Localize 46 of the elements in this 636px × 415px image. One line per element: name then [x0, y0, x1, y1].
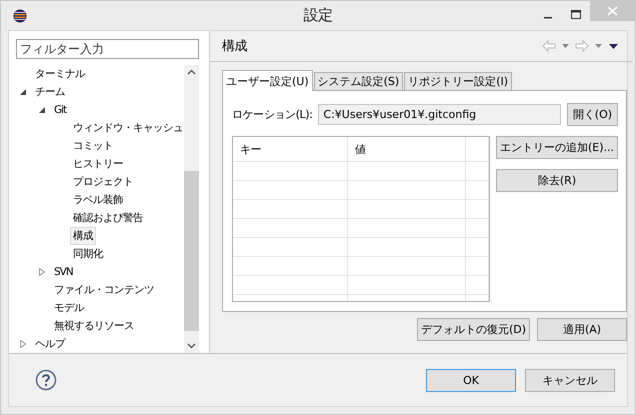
restore-defaults-button[interactable]: デフォルトの復元(D): [416, 318, 530, 341]
tree-item[interactable]: ヒストリー: [70, 155, 126, 173]
column-header[interactable]: 値: [348, 137, 466, 161]
location-label: ロケーション(L):: [232, 107, 312, 122]
tree-item[interactable]: 確認および警告: [70, 209, 146, 227]
tab[interactable]: ユーザー設定(U): [222, 70, 313, 91]
tree-item[interactable]: 構成: [70, 227, 96, 245]
tab[interactable]: リポジトリー設定(I): [404, 72, 512, 90]
tree-item[interactable]: プロジェクト: [70, 173, 136, 191]
app-icon: [13, 8, 27, 22]
window-title: 設定: [302, 6, 334, 25]
apply-button[interactable]: 適用(A): [537, 318, 628, 341]
column-header[interactable]: キー: [233, 137, 348, 161]
scroll-thumb[interactable]: [184, 171, 199, 331]
back-arrow-icon[interactable]: [542, 40, 556, 52]
tree-item[interactable]: コミット: [70, 137, 116, 155]
tree-item[interactable]: ファイル・コンテンツ: [51, 281, 157, 299]
tree-item[interactable]: ウィンドウ・キャッシュ: [70, 119, 186, 137]
tree-item[interactable]: 同期化: [70, 245, 106, 263]
expanded-arrow-icon[interactable]: [19, 88, 27, 96]
add-entry-button[interactable]: エントリーの追加(E)...: [496, 136, 618, 159]
tree-item[interactable]: Git: [51, 101, 70, 119]
scrollbar[interactable]: [184, 65, 199, 353]
tree-item[interactable]: ターミナル: [32, 65, 88, 83]
tree-item[interactable]: モデル: [51, 299, 87, 317]
forward-arrow-icon[interactable]: [575, 40, 590, 52]
dropdown-icon[interactable]: [594, 43, 604, 49]
tree-item[interactable]: チーム: [32, 83, 68, 101]
tab[interactable]: システム設定(S): [314, 72, 404, 90]
dropdown-icon[interactable]: [561, 43, 570, 49]
menu-icon[interactable]: [608, 42, 620, 50]
tree-item[interactable]: 無視するリソース: [51, 317, 137, 335]
collapsed-arrow-icon[interactable]: [19, 340, 27, 348]
page-title: 構成: [222, 38, 248, 55]
tree-item[interactable]: ヘルプ: [32, 335, 68, 353]
filter-field[interactable]: フィルター入力: [16, 39, 199, 59]
tree-item[interactable]: ラベル装飾: [70, 191, 126, 209]
ok-button[interactable]: OK: [426, 368, 516, 392]
remove-button[interactable]: 除去(R): [496, 169, 618, 192]
help-icon[interactable]: [35, 369, 57, 391]
expanded-arrow-icon[interactable]: [38, 106, 46, 114]
cancel-button[interactable]: キャンセル: [525, 368, 615, 392]
collapsed-arrow-icon[interactable]: [38, 268, 46, 276]
location-field[interactable]: C:¥Users¥user01¥.gitconfig: [318, 104, 561, 125]
tree-item[interactable]: SVN: [51, 263, 76, 281]
open-button[interactable]: 開く(O): [566, 103, 618, 126]
